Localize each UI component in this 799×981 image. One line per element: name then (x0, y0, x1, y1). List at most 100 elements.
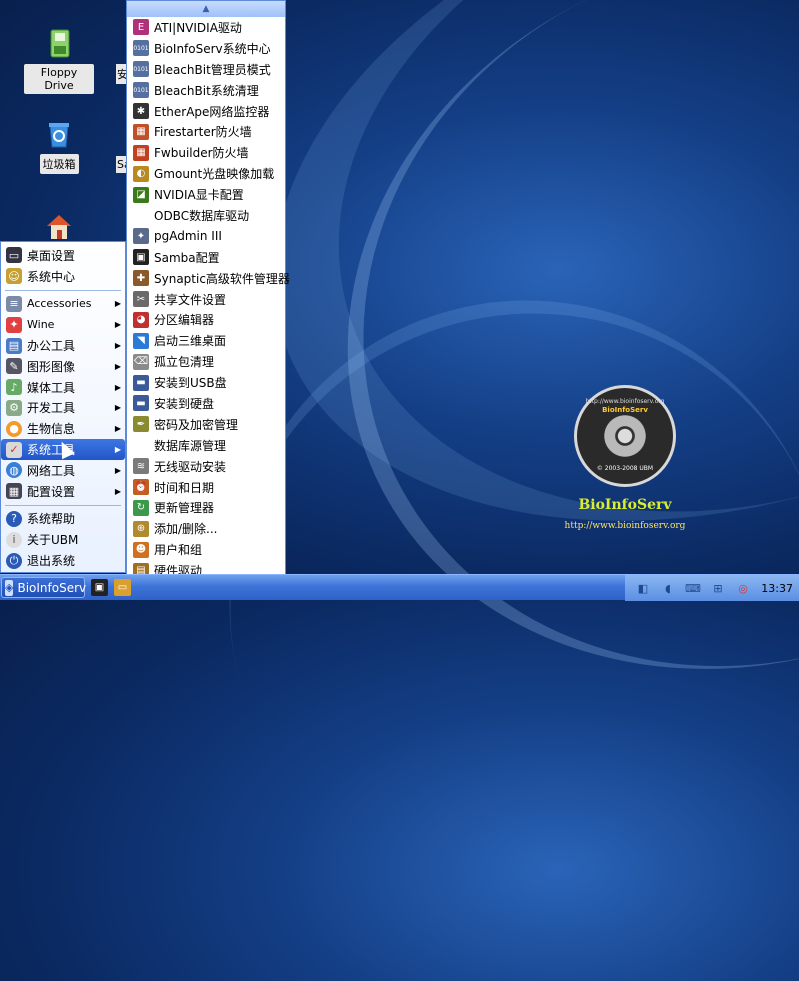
submenu-item[interactable]: 数据库源管理 (127, 435, 285, 456)
submenu-item[interactable]: ▦ Fwbuilder防火墙 (127, 142, 285, 163)
desktop-icon-label: 垃圾箱 (39, 154, 79, 174)
update-icon: ↻ (133, 499, 149, 516)
binary-icon: 0101 (133, 82, 149, 99)
submenu-item-label: 安装到硬盘 (154, 396, 215, 411)
menu-item-label: 图形图像 (27, 359, 76, 374)
clock[interactable]: 13:37 (761, 582, 793, 595)
start-menu-item-system-center[interactable]: ☺ 系统中心 (1, 266, 125, 287)
submenu-item[interactable]: ◥ 启动三维桌面 (127, 330, 285, 351)
start-menu-item-graphics[interactable]: ✎ 图形图像 ▶ (1, 356, 125, 377)
trash-icon (43, 118, 75, 150)
start-menu-item-help[interactable]: ? 系统帮助 (1, 509, 125, 530)
submenu-arrow-icon: ▶ (114, 361, 121, 371)
submenu-item[interactable]: ◕ 分区编辑器 (127, 309, 285, 330)
start-button[interactable]: ◈ BioInfoServ (1, 577, 87, 598)
submenu-item-label: BleachBit系统清理 (154, 83, 259, 98)
usb-install-icon: ▬ (133, 374, 149, 391)
submenu-item[interactable]: ✚ Synaptic高级软件管理器 (127, 268, 290, 289)
browser-icon[interactable]: ◎ (735, 580, 751, 596)
office-icon: ▤ (6, 337, 22, 354)
disc-brand: BioInfoServ (602, 406, 648, 414)
submenu-item[interactable]: ☻ 用户和组 (127, 539, 285, 560)
file-manager-icon[interactable]: ▭ (114, 579, 131, 596)
system-tools-icon: ✓ (6, 441, 22, 458)
submenu-item[interactable]: ▣ Samba配置 (127, 247, 285, 268)
terminal-icon[interactable]: ▣ (91, 579, 108, 596)
taskbar: ◈ BioInfoServ ▣ ▭ ◧ ◖ ⌨ ⊞ ◎ 13:37 (0, 574, 799, 601)
menu-item-label: Wine (27, 318, 55, 332)
start-menu-item-accessories[interactable]: ≡ Accessories ▶ (1, 294, 125, 315)
submenu-item-label: 安装到USB盘 (154, 376, 227, 391)
submenu-item[interactable]: ✒ 密码及加密管理 (127, 414, 285, 435)
submenu-item[interactable]: 0101 BleachBit管理员模式 (127, 59, 285, 80)
submenu-item-label: ATI|NVIDIA驱动 (154, 20, 242, 35)
firewall-builder-icon: ▦ (133, 144, 149, 161)
submenu-item-label: 无线驱动安装 (154, 459, 227, 474)
start-menu-item-about[interactable]: i 关于UBM (1, 529, 125, 550)
submenu-item[interactable]: ▬ 安装到硬盘 (127, 393, 285, 414)
desktop-icon-floppy[interactable]: Floppy Drive (24, 28, 94, 94)
submenu-item-label: 更新管理器 (154, 501, 215, 516)
menu-item-label: 开发工具 (27, 401, 76, 416)
submenu-arrow-icon: ▶ (114, 341, 121, 351)
orphan-cleanup-icon: ⌫ (133, 353, 149, 370)
start-menu-item-media[interactable]: ♪ 媒体工具 ▶ (1, 377, 125, 398)
start-menu-item-network[interactable]: ◍ 网络工具 ▶ (1, 460, 125, 481)
binary-icon: 0101 (133, 61, 149, 78)
menu-item-label: 媒体工具 (27, 380, 76, 395)
submenu-item[interactable]: ◪ NVIDIA显卡配置 (127, 184, 285, 205)
power-icon: ⏻ (6, 552, 22, 569)
start-menu-item-bioinformatics[interactable]: ● 生物信息 ▶ (1, 418, 125, 439)
submenu-arrow-icon: ▶ (114, 486, 121, 496)
submenu-item[interactable]: ✦ pgAdmin III (127, 226, 285, 247)
submenu-item-label: Fwbuilder防火墙 (154, 146, 249, 161)
start-menu-item-logout[interactable]: ⏻ 退出系统 (1, 550, 125, 571)
submenu-item[interactable]: ▦ Firestarter防火墙 (127, 121, 285, 142)
start-menu-item-office[interactable]: ▤ 办公工具 ▶ (1, 335, 125, 356)
submenu-item-label: 添加/删除... (154, 522, 218, 537)
submenu-item[interactable]: ✂ 共享文件设置 (127, 289, 285, 310)
submenu-item[interactable]: ⌫ 孤立包清理 (127, 351, 285, 372)
desktop-icon-trash[interactable]: 垃圾箱 (24, 118, 94, 174)
submenu-item[interactable]: ↻ 更新管理器 (127, 497, 285, 518)
info-icon: i (6, 531, 22, 548)
submenu-item[interactable]: ≋ 无线驱动安装 (127, 456, 285, 477)
graphics-icon: ✎ (6, 358, 22, 375)
network-status-icon[interactable]: ◧ (635, 580, 651, 596)
settings-icon: ▦ (6, 483, 22, 500)
menu-separator (5, 504, 121, 506)
start-button-label: BioInfoServ (17, 580, 87, 595)
users-icon: ☻ (133, 541, 149, 558)
volume-icon[interactable]: ◖ (660, 580, 676, 596)
submenu-item[interactable]: 0101 BleachBit系统清理 (127, 80, 285, 101)
clock-icon: ⏰ (133, 479, 149, 496)
start-menu-item-wine[interactable]: ✦ Wine ▶ (1, 314, 125, 335)
menu-item-label: Accessories (27, 297, 92, 311)
submenu-item[interactable]: 0101 BioInfoServ系统中心 (127, 38, 285, 59)
menu-item-label: 生物信息 (27, 422, 76, 437)
submenu-item[interactable]: ◐ Gmount光盘映像加载 (127, 163, 285, 184)
3d-desktop-icon: ◥ (133, 332, 149, 349)
hdd-install-icon: ▬ (133, 395, 149, 412)
firewall-icon: ▦ (133, 123, 149, 140)
submenu-item-label: Firestarter防火墙 (154, 125, 252, 140)
blank-icon (133, 437, 149, 453)
bioinformatics-icon: ● (6, 420, 22, 437)
submenu-item[interactable]: ⏰ 时间和日期 (127, 477, 285, 498)
submenu-arrow-icon: ▶ (114, 445, 121, 455)
submenu-item[interactable]: ⊕ 添加/删除... (127, 518, 285, 539)
submenu-item-label: 启动三维桌面 (154, 334, 227, 349)
elephant-icon: ✦ (133, 228, 149, 245)
network-connection-icon[interactable]: ⊞ (710, 580, 726, 596)
submenu-item[interactable]: ODBC数据库驱动 (127, 205, 285, 226)
submenu-item[interactable]: ▬ 安装到USB盘 (127, 372, 285, 393)
submenu-item[interactable]: ✱ EtherApe网络监控器 (127, 101, 285, 122)
start-menu-item-settings[interactable]: ▦ 配置设置 ▶ (1, 481, 125, 502)
start-menu-item-desktop-settings[interactable]: ▭ 桌面设置 (1, 245, 125, 266)
start-menu-item-development[interactable]: ⚙ 开发工具 ▶ (1, 398, 125, 419)
keyboard-icon[interactable]: ⌨ (685, 580, 701, 596)
scroll-up-arrow-icon[interactable]: ▲ (127, 1, 285, 17)
submenu-item-label: EtherApe网络监控器 (154, 104, 270, 119)
menu-item-label: 桌面设置 (27, 248, 76, 263)
submenu-item[interactable]: E ATI|NVIDIA驱动 (127, 17, 285, 38)
